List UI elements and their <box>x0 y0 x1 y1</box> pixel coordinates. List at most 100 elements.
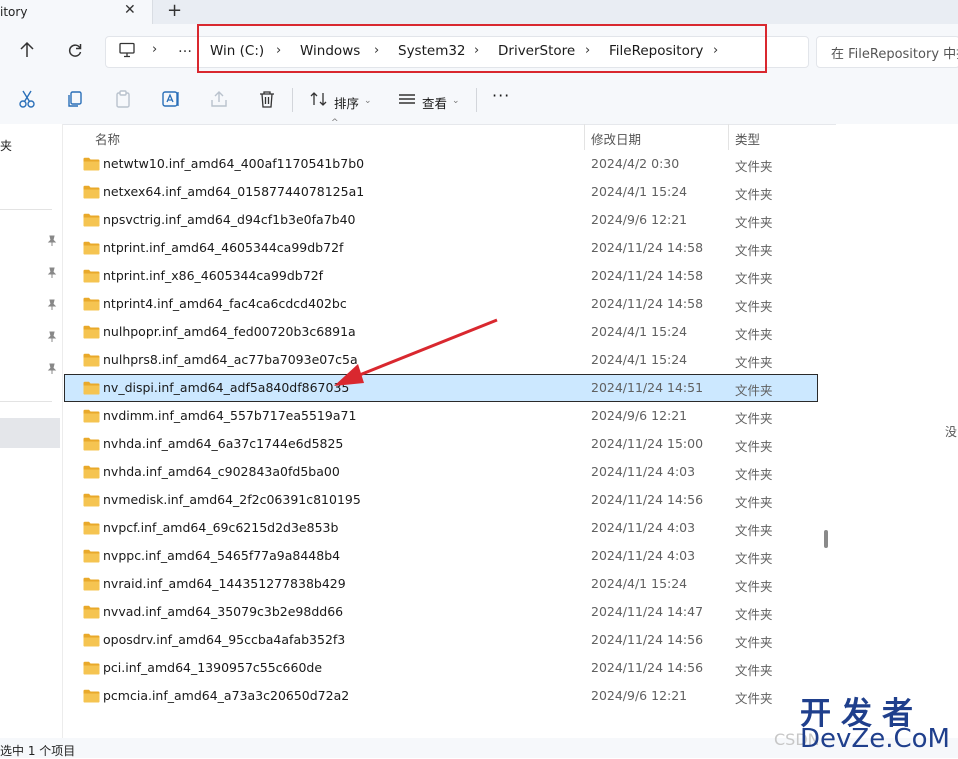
command-bar <box>0 78 958 125</box>
table-row[interactable]: nulhprs8.inf_amd64_ac77ba7093e07c5a 2024/… <box>64 346 818 374</box>
column-header-name[interactable]: 名称 <box>95 129 120 148</box>
file-date: 2024/11/24 4:03 <box>591 548 696 563</box>
table-row[interactable]: pcmcia.inf_amd64_a73a3c20650d72a2 2024/9/… <box>64 682 818 710</box>
folder-icon <box>83 213 100 227</box>
column-header-date[interactable]: 修改日期 <box>591 129 641 148</box>
copy-icon[interactable] <box>64 88 86 110</box>
file-date: 2024/11/24 4:03 <box>591 464 696 479</box>
table-row[interactable]: nvraid.inf_amd64_144351277838b429 2024/4/… <box>64 570 818 598</box>
file-type: 文件夹 <box>735 635 773 650</box>
file-name: nvhda.inf_amd64_6a37c1744e6d5825 <box>103 436 344 451</box>
details-pane-text: 没 <box>945 425 958 439</box>
sort-icon[interactable] <box>308 88 330 110</box>
paste-icon[interactable] <box>112 88 134 110</box>
file-date: 2024/11/24 14:56 <box>591 492 704 507</box>
file-type: 文件夹 <box>735 579 773 594</box>
folder-icon <box>83 605 100 619</box>
view-button[interactable]: 查看 <box>422 93 447 112</box>
table-row[interactable]: ntprint.inf_x86_4605344ca99db72f 2024/11/… <box>64 262 818 290</box>
table-row[interactable]: nvdimm.inf_amd64_557b717ea5519a71 2024/9/… <box>64 402 818 430</box>
file-type: 文件夹 <box>735 355 773 370</box>
toolbar-divider <box>476 88 477 112</box>
file-type: 文件夹 <box>735 551 773 566</box>
nav-item-selected[interactable] <box>0 418 60 448</box>
file-type: 文件夹 <box>735 187 773 202</box>
table-row[interactable]: ntprint.inf_amd64_4605344ca99db72f 2024/1… <box>64 234 818 262</box>
pin-icon[interactable] <box>46 267 58 279</box>
delete-icon[interactable] <box>256 88 278 110</box>
column-divider[interactable] <box>584 124 585 150</box>
refresh-icon[interactable] <box>66 40 84 60</box>
file-date: 2024/11/24 15:00 <box>591 436 704 451</box>
table-row[interactable]: nvhda.inf_amd64_c902843a0fd5ba00 2024/11/… <box>64 458 818 486</box>
plus-icon[interactable]: + <box>167 0 182 21</box>
search-input[interactable]: 在 FileRepository 中搜索 <box>816 36 958 68</box>
file-date: 2024/4/1 15:24 <box>591 576 688 591</box>
folder-icon <box>83 241 100 255</box>
file-name: nvvad.inf_amd64_35079c3b2e98dd66 <box>103 604 344 619</box>
nav-item-label[interactable]: 夹 <box>0 137 12 154</box>
close-icon[interactable]: ✕ <box>124 2 136 18</box>
rename-icon[interactable] <box>160 88 182 110</box>
pin-icon[interactable] <box>46 235 58 247</box>
folder-icon <box>83 157 100 171</box>
scrollbar-thumb[interactable] <box>824 530 828 548</box>
table-row[interactable]: ntprint4.inf_amd64_fac4ca6cdcd402bc 2024/… <box>64 290 818 318</box>
share-icon[interactable] <box>208 88 230 110</box>
table-row[interactable]: netxex64.inf_amd64_01587744078125a1 2024/… <box>64 178 818 206</box>
file-type: 文件夹 <box>735 607 773 622</box>
folder-icon <box>83 521 100 535</box>
table-row[interactable]: nvpcf.inf_amd64_69c6215d2d3e853b 2024/11/… <box>64 514 818 542</box>
table-row[interactable]: nvhda.inf_amd64_6a37c1744e6d5825 2024/11/… <box>64 430 818 458</box>
file-type: 文件夹 <box>735 299 773 314</box>
sort-button[interactable]: 排序 <box>334 93 359 112</box>
file-date: 2024/11/24 14:51 <box>591 380 704 395</box>
status-text: 选中 1 个项目 <box>0 744 76 758</box>
file-name: nvraid.inf_amd64_144351277838b429 <box>103 576 346 591</box>
folder-icon <box>83 353 100 367</box>
chevron-right-icon[interactable]: › <box>152 42 157 57</box>
folder-icon <box>83 269 100 283</box>
folder-icon <box>83 661 100 675</box>
table-row[interactable]: npsvctrig.inf_amd64_d94cf1b3e0fa7b40 2024… <box>64 206 818 234</box>
pin-icon[interactable] <box>46 299 58 311</box>
table-row[interactable]: nv_dispi.inf_amd64_adf5a840df867035 2024/… <box>64 374 818 402</box>
file-type: 文件夹 <box>735 495 773 510</box>
file-type: 文件夹 <box>735 271 773 286</box>
table-row[interactable]: nulhpopr.inf_amd64_fed00720b3c6891a 2024/… <box>64 318 818 346</box>
folder-icon <box>83 409 100 423</box>
toolbar-divider <box>292 88 293 112</box>
pin-icon[interactable] <box>46 331 58 343</box>
annotation-highlight-box <box>197 24 767 73</box>
folder-icon <box>83 325 100 339</box>
table-row[interactable]: netwtw10.inf_amd64_400af1170541b7b0 2024/… <box>64 150 818 178</box>
tab-title[interactable]: itory <box>0 5 27 19</box>
file-type: 文件夹 <box>735 691 773 706</box>
table-row[interactable]: nvppc.inf_amd64_5465f77a9a8448b4 2024/11/… <box>64 542 818 570</box>
arrow-up-icon[interactable] <box>18 40 36 60</box>
file-name: nv_dispi.inf_amd64_adf5a840df867035 <box>103 380 350 395</box>
file-name: nvmedisk.inf_amd64_2f2c06391c810195 <box>103 492 361 507</box>
file-date: 2024/9/6 12:21 <box>591 212 688 227</box>
more-icon[interactable]: … <box>178 40 193 56</box>
computer-icon[interactable] <box>118 42 136 58</box>
file-date: 2024/4/1 15:24 <box>591 184 688 199</box>
more-options-icon[interactable]: ··· <box>492 86 510 105</box>
file-name: netwtw10.inf_amd64_400af1170541b7b0 <box>103 156 365 171</box>
pin-icon[interactable] <box>46 363 58 375</box>
view-icon[interactable] <box>396 88 418 110</box>
table-row[interactable]: nvvad.inf_amd64_35079c3b2e98dd66 2024/11/… <box>64 598 818 626</box>
file-type: 文件夹 <box>735 215 773 230</box>
column-divider[interactable] <box>728 124 729 150</box>
table-row[interactable]: pci.inf_amd64_1390957c55c660de 2024/11/24… <box>64 654 818 682</box>
table-row[interactable]: nvmedisk.inf_amd64_2f2c06391c810195 2024/… <box>64 486 818 514</box>
chevron-down-icon[interactable]: ⌄ <box>452 96 460 106</box>
folder-icon <box>83 689 100 703</box>
cut-icon[interactable] <box>16 88 38 110</box>
table-row[interactable]: oposdrv.inf_amd64_95ccba4afab352f3 2024/1… <box>64 626 818 654</box>
chevron-down-icon[interactable]: ⌄ <box>364 96 372 106</box>
folder-icon <box>83 493 100 507</box>
file-type: 文件夹 <box>735 411 773 426</box>
file-type: 文件夹 <box>735 327 773 342</box>
column-header-type[interactable]: 类型 <box>735 129 760 148</box>
